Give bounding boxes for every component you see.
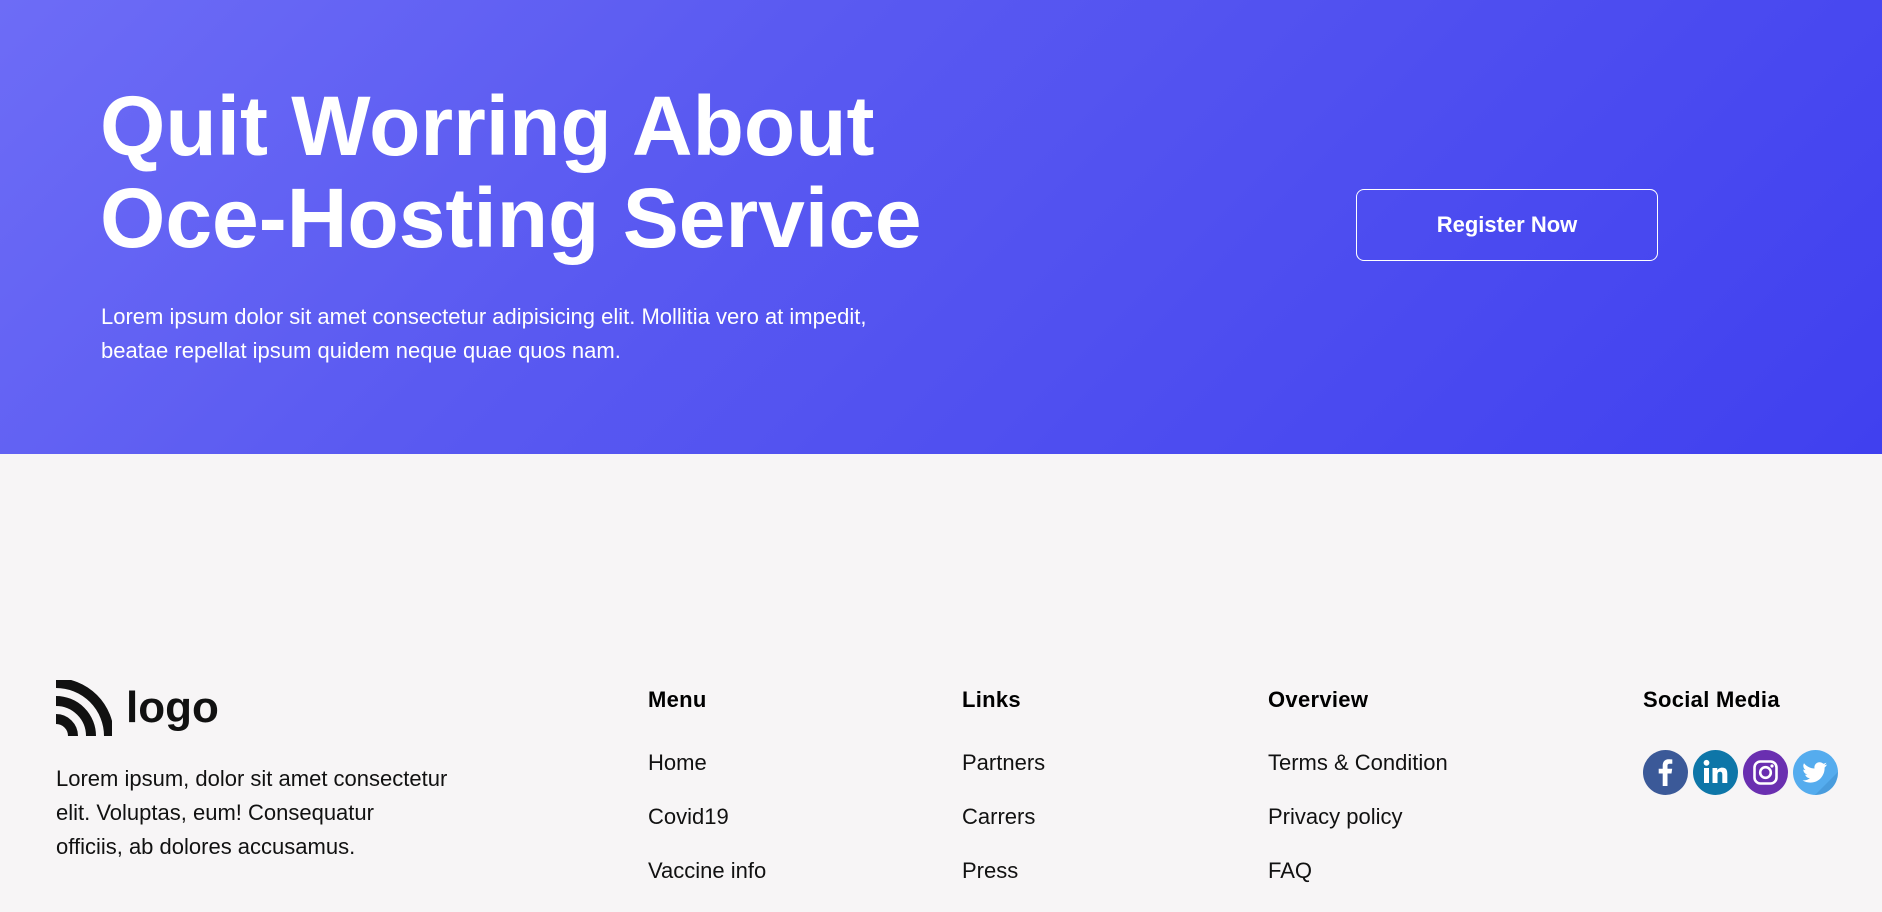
menu-item-vaccine-info[interactable]: Vaccine info — [648, 858, 766, 884]
logo-icon — [56, 680, 112, 736]
hero-description-line-1: Lorem ipsum dolor sit amet consectetur a… — [101, 304, 867, 329]
menu-heading: Menu — [648, 687, 707, 712]
menu-link-vaccine-info[interactable]: Vaccine info — [648, 858, 766, 883]
links-item-press[interactable]: Press — [962, 858, 1045, 884]
brand-description: Lorem ipsum, dolor sit amet consectetur … — [56, 762, 476, 864]
menu-link-home[interactable]: Home — [648, 750, 707, 775]
logo-text: logo — [126, 683, 219, 732]
brand-description-line-2: elit. Voluptas, eum! Consequatur — [56, 800, 374, 825]
hero-section: Quit Worring About Oce-Hosting Service L… — [0, 0, 1882, 454]
instagram-icon[interactable] — [1743, 750, 1788, 795]
links-heading: Links — [962, 687, 1021, 712]
social-media-heading: Social Media — [1643, 687, 1780, 712]
overview-item-faq[interactable]: FAQ — [1268, 858, 1448, 884]
social-icons — [1643, 750, 1838, 795]
links-list: Partners Carrers Press — [962, 750, 1045, 884]
links-link-press[interactable]: Press — [962, 858, 1018, 883]
footer-links-column: Links Partners Carrers Press — [962, 680, 1045, 912]
menu-list: Home Covid19 Vaccine info — [648, 750, 766, 884]
brand-description-line-3: officiis, ab dolores accusamus. — [56, 834, 356, 859]
overview-list: Terms & Condition Privacy policy FAQ — [1268, 750, 1448, 884]
footer-menu-column: Menu Home Covid19 Vaccine info — [648, 680, 766, 912]
overview-item-terms[interactable]: Terms & Condition — [1268, 750, 1448, 776]
overview-link-privacy[interactable]: Privacy policy — [1268, 804, 1402, 829]
hero-title-line-2: Oce-Hosting Service — [100, 171, 922, 265]
overview-link-faq[interactable]: FAQ — [1268, 858, 1312, 883]
overview-link-terms[interactable]: Terms & Condition — [1268, 750, 1448, 775]
menu-item-covid19[interactable]: Covid19 — [648, 804, 766, 830]
hero-title-line-1: Quit Worring About — [100, 79, 875, 173]
footer: logo Lorem ipsum, dolor sit amet consect… — [0, 454, 1882, 892]
overview-heading: Overview — [1268, 687, 1369, 712]
links-link-carrers[interactable]: Carrers — [962, 804, 1035, 829]
menu-item-home[interactable]: Home — [648, 750, 766, 776]
links-item-partners[interactable]: Partners — [962, 750, 1045, 776]
links-link-partners[interactable]: Partners — [962, 750, 1045, 775]
register-now-button[interactable]: Register Now — [1356, 189, 1658, 261]
menu-link-covid19[interactable]: Covid19 — [648, 804, 729, 829]
overview-item-privacy[interactable]: Privacy policy — [1268, 804, 1448, 830]
footer-overview-column: Overview Terms & Condition Privacy polic… — [1268, 680, 1448, 912]
hero-description-line-2: beatae repellat ipsum quidem neque quae … — [101, 338, 621, 363]
twitter-icon[interactable] — [1793, 750, 1838, 795]
hero-description: Lorem ipsum dolor sit amet consectetur a… — [101, 300, 921, 368]
linkedin-icon[interactable] — [1693, 750, 1738, 795]
hero-title: Quit Worring About Oce-Hosting Service — [100, 80, 1000, 264]
brand-logo[interactable]: logo — [56, 680, 219, 736]
links-item-carrers[interactable]: Carrers — [962, 804, 1045, 830]
footer-social-column: Social Media — [1643, 680, 1838, 795]
brand-description-line-1: Lorem ipsum, dolor sit amet consectetur — [56, 766, 448, 791]
facebook-icon[interactable] — [1643, 750, 1688, 795]
